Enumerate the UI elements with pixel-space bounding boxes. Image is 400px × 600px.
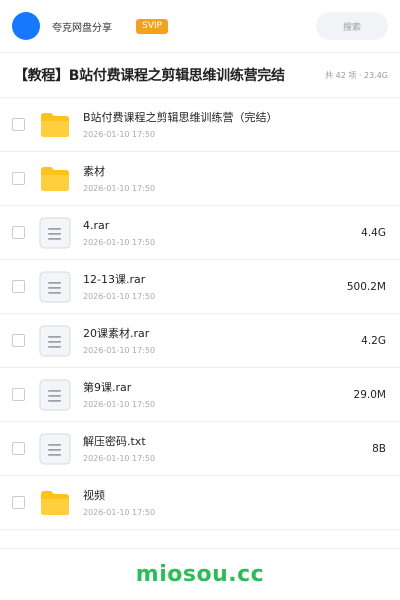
file-row[interactable]: 20课素材.rar 2026-01-10 17:50 4.2G <box>0 314 400 368</box>
file-name: 视频 <box>83 488 105 502</box>
file-date: 2026-01-10 17:50 <box>83 399 156 409</box>
file-row[interactable]: 第9课.rar 2026-01-10 17:50 29.0M <box>0 368 400 422</box>
file-date: 2026-01-10 17:50 <box>83 291 156 301</box>
file-name: 20课素材.rar <box>83 326 150 340</box>
file-name: 素材 <box>83 164 105 178</box>
file-date: 2026-01-10 17:50 <box>83 453 156 463</box>
file-date: 2026-01-10 17:50 <box>83 237 156 247</box>
file-name: 12-13课.rar <box>83 272 146 286</box>
row-checkbox[interactable] <box>12 496 25 509</box>
header: 夸克网盘分享 SVIP 搜索 <box>0 0 400 52</box>
file-row[interactable]: 解压密码.txt 2026-01-10 17:50 8B <box>0 422 400 476</box>
file-size: 8B <box>372 442 386 455</box>
row-checkbox[interactable] <box>12 226 25 239</box>
item-summary: 共 42 项 · 23.4G <box>325 70 388 80</box>
file-info: 视频 2026-01-10 17:50 <box>83 488 155 518</box>
file-date: 2026-01-10 17:50 <box>83 507 156 517</box>
folder-icon <box>39 163 71 195</box>
page-title: 【教程】B站付费课程之剪辑思维训练营完结 <box>14 68 285 84</box>
file-info: 20课素材.rar 2026-01-10 17:50 <box>83 326 155 356</box>
title-bar: 【教程】B站付费课程之剪辑思维训练营完结 共 42 项 · 23.4G <box>0 53 400 97</box>
file-row[interactable]: 视频 2026-01-10 17:50 <box>0 476 400 530</box>
folder-icon <box>39 487 71 519</box>
folder-icon <box>39 109 71 141</box>
file-info: 解压密码.txt 2026-01-10 17:50 <box>83 434 155 464</box>
row-checkbox[interactable] <box>12 388 25 401</box>
file-icon <box>39 271 71 303</box>
file-row[interactable]: 12-13课.rar 2026-01-10 17:50 500.2M <box>0 260 400 314</box>
file-info: B站付费课程之剪辑思维训练营（完结） 2026-01-10 17:50 <box>83 110 278 140</box>
search-placeholder: 搜索 <box>342 22 361 33</box>
file-row[interactable]: B站付费课程之剪辑思维训练营（完结） 2026-01-10 17:50 <box>0 98 400 152</box>
file-info: 第9课.rar 2026-01-10 17:50 <box>83 380 155 410</box>
file-size: 500.2M <box>346 280 386 293</box>
row-checkbox[interactable] <box>12 172 25 185</box>
file-name: 4.rar <box>83 218 110 232</box>
file-size: 29.0M <box>353 388 386 401</box>
file-row[interactable]: 4.rar 2026-01-10 17:50 4.4G <box>0 206 400 260</box>
brand-watermark: miosou.cc <box>135 562 265 587</box>
file-info: 12-13课.rar 2026-01-10 17:50 <box>83 272 155 302</box>
file-info: 4.rar 2026-01-10 17:50 <box>83 218 155 248</box>
file-size: 4.2G <box>361 334 386 347</box>
file-row[interactable]: 素材 2026-01-10 17:50 <box>0 152 400 206</box>
avatar[interactable] <box>12 12 40 40</box>
footer: miosou.cc <box>0 548 400 600</box>
file-icon <box>39 379 71 411</box>
search-input[interactable]: 搜索 <box>316 12 388 40</box>
share-name: 夸克网盘分享 <box>52 22 112 34</box>
row-checkbox[interactable] <box>12 442 25 455</box>
row-checkbox[interactable] <box>12 118 25 131</box>
file-date: 2026-01-10 17:50 <box>83 183 156 193</box>
file-size: 4.4G <box>361 226 386 239</box>
file-name: 解压密码.txt <box>83 434 146 448</box>
file-name: 第9课.rar <box>83 380 132 394</box>
file-icon <box>39 325 71 357</box>
file-icon <box>39 433 71 465</box>
file-list: B站付费课程之剪辑思维训练营（完结） 2026-01-10 17:50 素材 2026… <box>0 98 400 530</box>
row-checkbox[interactable] <box>12 334 25 347</box>
file-date: 2026-01-10 17:50 <box>83 345 156 355</box>
file-info: 素材 2026-01-10 17:50 <box>83 164 155 194</box>
file-name: B站付费课程之剪辑思维训练营（完结） <box>83 110 278 124</box>
file-date: 2026-01-10 17:50 <box>83 129 156 139</box>
row-checkbox[interactable] <box>12 280 25 293</box>
file-icon <box>39 217 71 249</box>
svip-badge: SVIP <box>136 18 168 34</box>
